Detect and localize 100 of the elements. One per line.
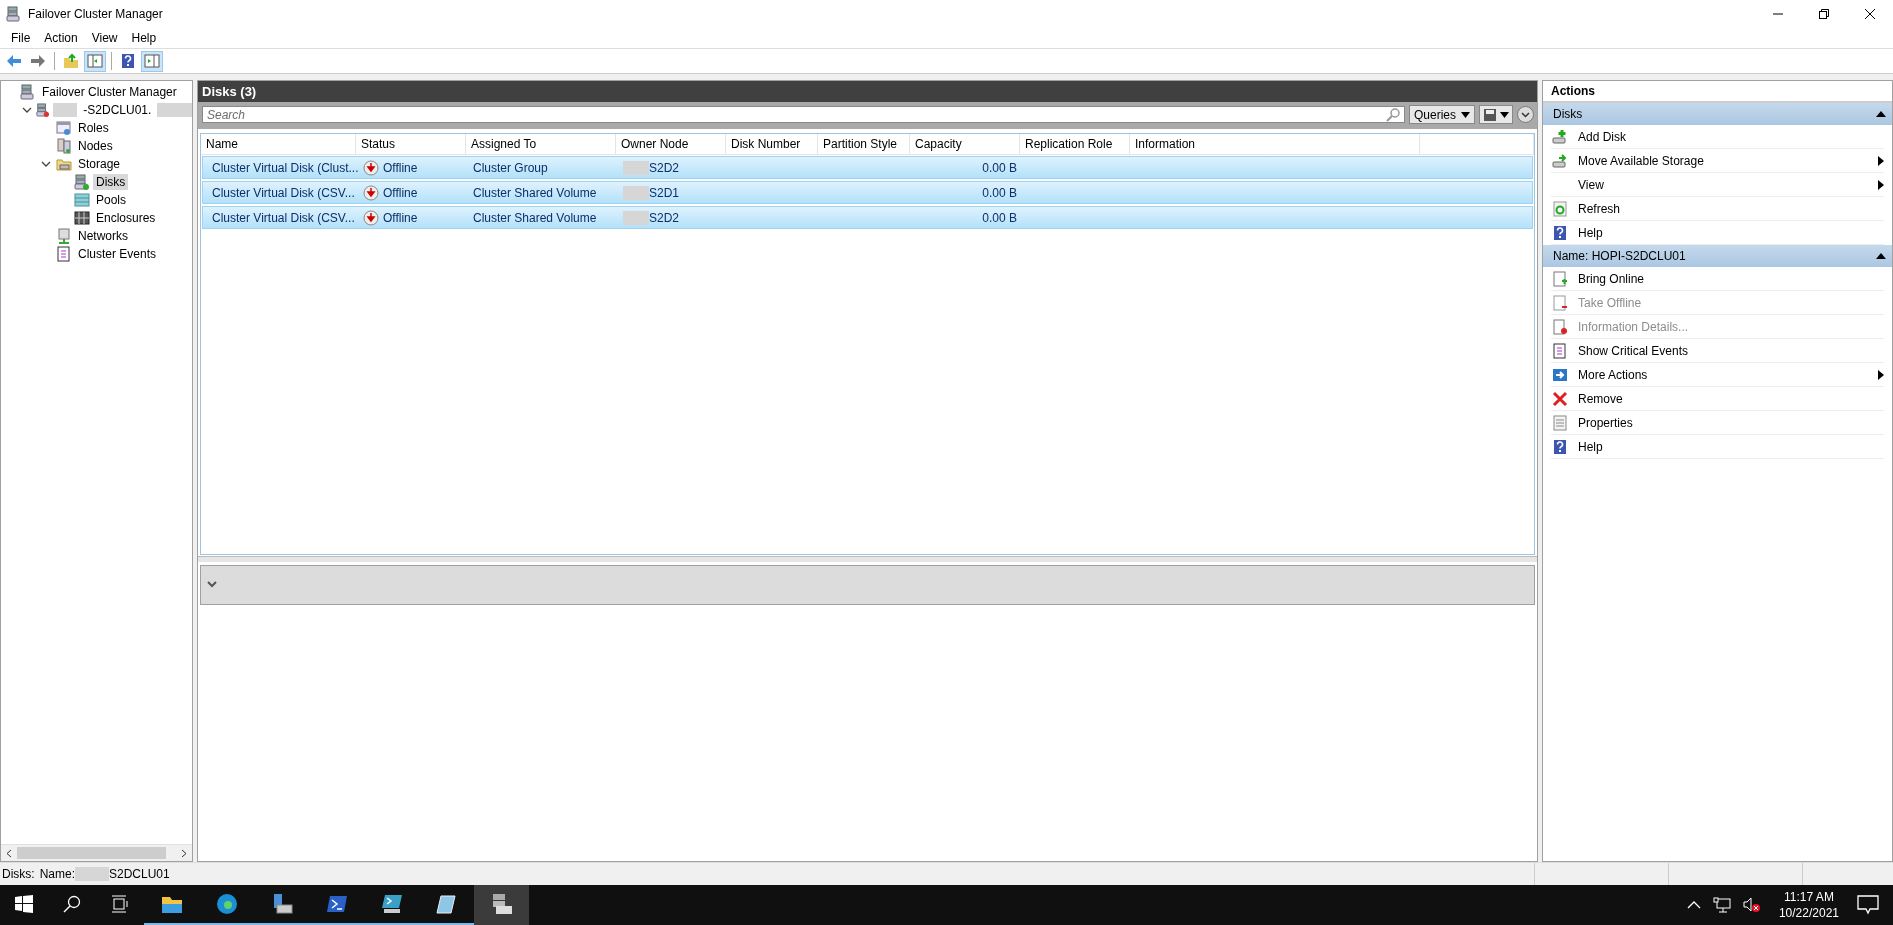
pane-command[interactable]: Add Disk <box>1551 125 1884 149</box>
event-log-icon <box>1552 342 1568 359</box>
help-icon <box>1552 438 1568 455</box>
restore-icon <box>1819 9 1829 19</box>
table-cell: Offline <box>383 185 418 200</box>
server-stack-icon <box>20 84 36 100</box>
action-section-header[interactable]: Disks <box>1543 103 1892 125</box>
pane-command[interactable]: Properties <box>1551 411 1884 435</box>
taskbar-app[interactable] <box>474 885 529 925</box>
refresh-icon <box>1552 200 1568 217</box>
tree-item[interactable]: Storage <box>75 156 124 172</box>
column-header[interactable]: Disk Number <box>726 134 818 154</box>
queries-button[interactable]: Queries <box>1408 105 1475 124</box>
table-cell: Cluster Shared Volume <box>473 185 597 200</box>
help-icon <box>120 53 136 69</box>
action-pane-icon <box>144 53 160 69</box>
disk-row[interactable]: Cluster Virtual Disk (CSV... Offline Cluster Shared Volume S2D1 0.00 B <box>202 181 1533 204</box>
menu-item[interactable]: View <box>84 28 125 48</box>
windows-logo-icon <box>15 895 33 913</box>
collapse-icon <box>1876 111 1886 117</box>
status-text: Name: <box>39 867 75 881</box>
action-section-header[interactable]: Name: HOPI-S2DCLU01 <box>1543 245 1892 267</box>
volume-muted-icon[interactable] <box>1742 897 1761 913</box>
column-header[interactable]: Name <box>201 134 356 154</box>
chevron-left-icon <box>6 848 12 858</box>
column-header[interactable]: Replication Role <box>1020 134 1130 154</box>
close-icon <box>1865 9 1875 19</box>
tree-item[interactable]: Enclosures <box>93 210 159 226</box>
column-header[interactable]: Information <box>1130 134 1420 154</box>
menu-item[interactable]: Action <box>37 28 85 48</box>
toolbar-button[interactable] <box>84 50 106 72</box>
tree-item[interactable]: Failover Cluster Manager <box>39 84 180 100</box>
column-header[interactable]: Owner Node <box>616 134 726 154</box>
document-stop-icon <box>1552 318 1568 335</box>
clock-time[interactable]: 11:17 AM <box>1784 889 1834 905</box>
pane-command[interactable]: Move Available Storage <box>1551 149 1884 173</box>
chevron-icon <box>22 105 33 115</box>
window-title: Failover Cluster Manager <box>28 7 163 21</box>
save-query-button[interactable] <box>1479 105 1513 124</box>
pool-icon <box>74 192 90 208</box>
pane-command[interactable]: Refresh <box>1551 197 1884 221</box>
chevron-icon <box>41 159 51 169</box>
search-field[interactable]: Search <box>202 106 1405 123</box>
document-minus-icon <box>1552 294 1568 311</box>
pane-command[interactable]: Remove <box>1551 387 1884 411</box>
chevron-up-icon[interactable] <box>1686 900 1701 910</box>
table-cell: S2D2 <box>649 210 680 225</box>
move-disk-icon <box>1552 152 1568 169</box>
network-icon[interactable] <box>1712 897 1731 913</box>
tree-item[interactable]: Pools <box>93 192 130 208</box>
offline-status-icon <box>363 184 379 201</box>
tree-item[interactable]: Nodes <box>75 138 116 154</box>
task-view-icon <box>111 895 129 913</box>
properties-icon <box>1552 414 1568 431</box>
pane-command[interactable]: Bring Online <box>1551 267 1884 291</box>
pane-command[interactable]: View <box>1551 173 1884 197</box>
enclosure-icon <box>74 210 90 226</box>
column-header[interactable]: Capacity <box>910 134 1020 154</box>
status-text: S2DCLU01 <box>109 867 170 881</box>
pane-command[interactable]: Help <box>1551 435 1884 459</box>
toolbar-button[interactable] <box>141 50 163 72</box>
tree-item[interactable]: Disks <box>93 174 129 190</box>
tree-item[interactable]: Networks <box>75 228 131 244</box>
offline-status-icon <box>363 159 379 176</box>
column-header[interactable]: Status <box>356 134 466 154</box>
table-cell: 0.00 B <box>982 210 1017 225</box>
table-cell: 0.00 B <box>982 185 1017 200</box>
table-cell: Cluster Virtual Disk (CSV... <box>212 210 355 225</box>
caret-icon <box>1461 111 1470 118</box>
expand-button[interactable] <box>1517 106 1534 123</box>
table-cell: S2D1 <box>649 185 680 200</box>
chevron-right-icon <box>181 848 187 858</box>
notification-icon[interactable] <box>1857 895 1879 915</box>
help-icon <box>1552 224 1568 241</box>
tree-item[interactable]: Roles <box>75 120 112 136</box>
menu-item[interactable]: Help <box>124 28 164 48</box>
table-cell: Cluster Virtual Disk (CSV... <box>212 185 355 200</box>
disk-row[interactable]: Cluster Virtual Disk (CSV... Offline Cluster Shared Volume S2D2 0.00 B <box>202 206 1533 229</box>
tree-item[interactable]: Cluster Events <box>75 246 160 262</box>
tree-item[interactable]: -S2DCLU01. <box>80 102 155 118</box>
clock-date[interactable]: 10/22/2021 <box>1778 905 1839 921</box>
pane-command[interactable]: More Actions <box>1551 363 1884 387</box>
scrollbar-thumb[interactable] <box>17 847 166 859</box>
menu-item[interactable]: File <box>4 28 38 48</box>
arrow-right-icon <box>1552 366 1568 383</box>
column-header[interactable]: Assigned To <box>466 134 616 154</box>
disk-row[interactable]: Cluster Virtual Disk (Clust... Offline Cluster Group S2D2 0.00 B <box>202 156 1533 179</box>
status-text: Disks: <box>2 867 35 881</box>
offline-status-icon <box>363 209 379 226</box>
search-icon <box>1385 108 1400 122</box>
table-cell: Cluster Group <box>473 160 548 175</box>
column-header[interactable]: Partition Style <box>818 134 910 154</box>
document-check-icon <box>1552 270 1568 287</box>
search-icon <box>63 895 81 913</box>
browser-icon <box>214 892 239 916</box>
pane-command[interactable]: Show Critical Events <box>1551 339 1884 363</box>
save-icon <box>1483 107 1497 122</box>
disk-icon <box>74 174 90 190</box>
notepad-icon <box>434 892 459 916</box>
back-arrow-icon <box>6 53 22 69</box>
